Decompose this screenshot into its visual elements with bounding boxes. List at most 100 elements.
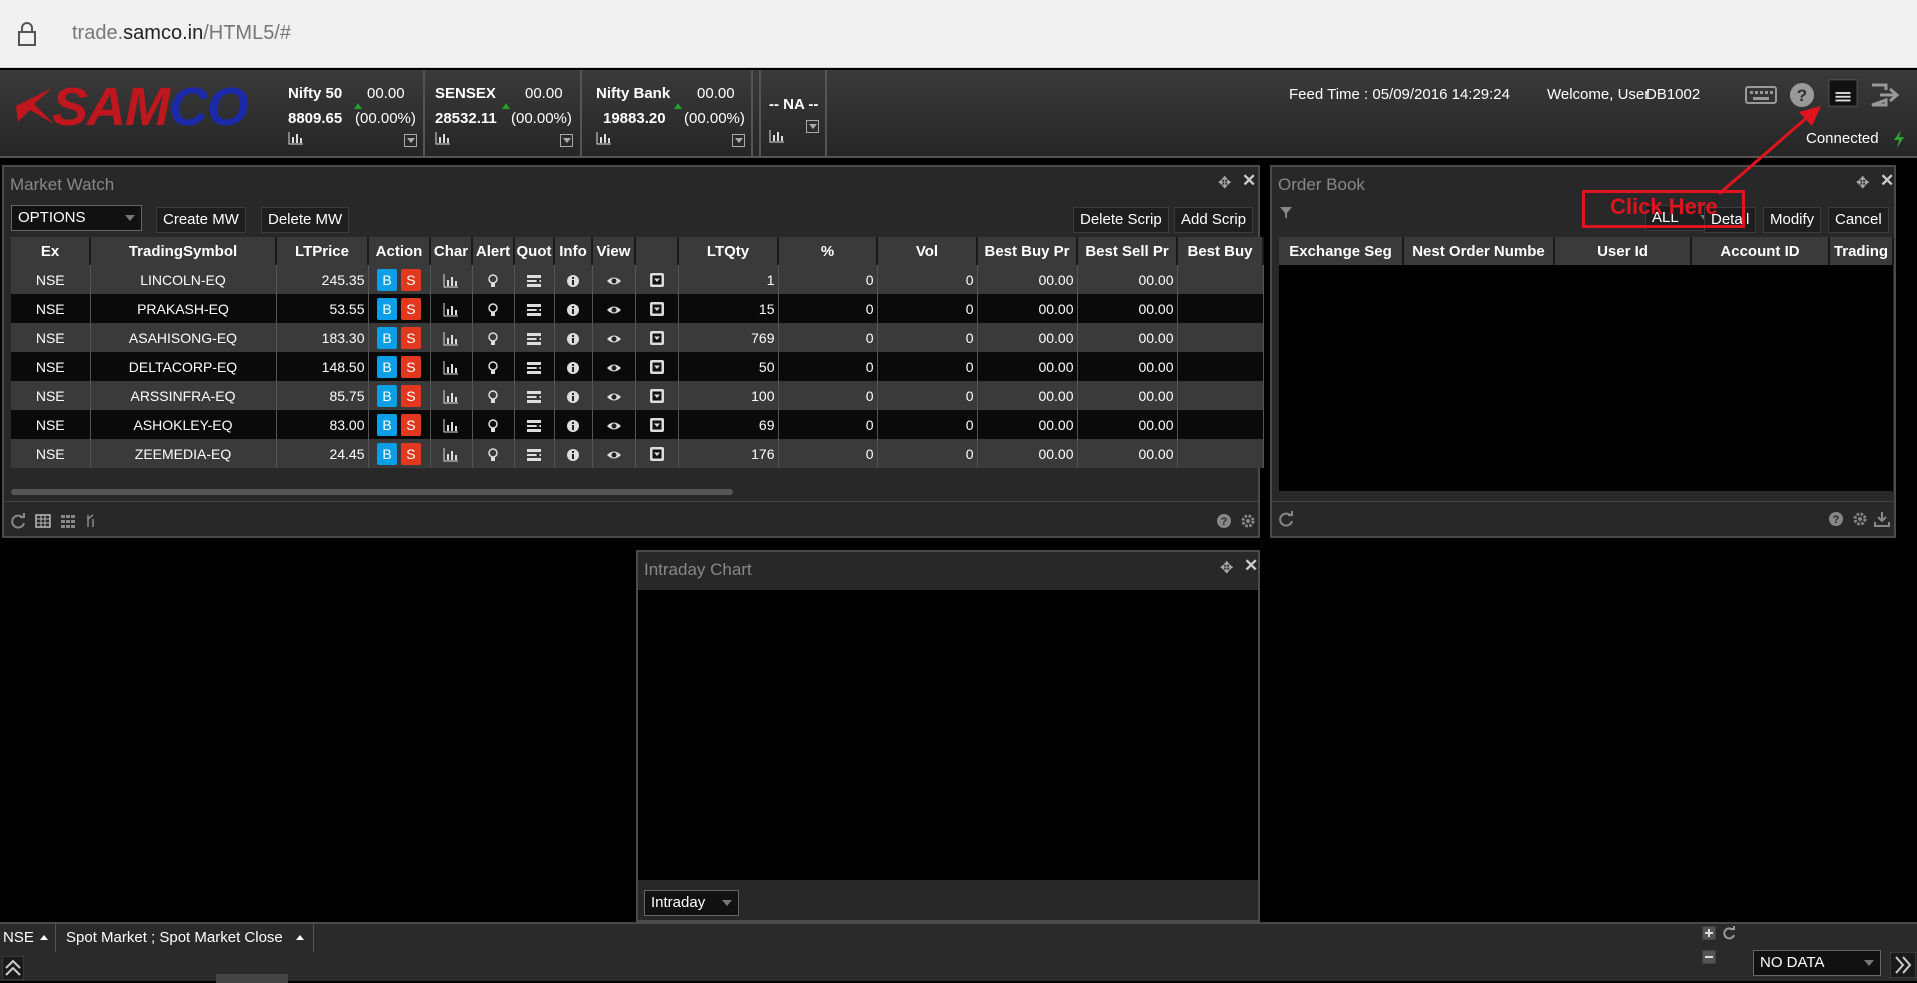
col-header[interactable]: LTQty [678,237,779,265]
table-row[interactable]: NSE ASAHISONG-EQ 183.30 B S 769 0 0 00.00 00.00 [11,323,1264,352]
move-icon[interactable]: ✥ [1856,173,1872,192]
move-icon[interactable]: ✥ [1218,173,1234,192]
remove-icon[interactable] [1702,950,1716,964]
delete-mw-button[interactable]: Delete MW [261,207,350,233]
refresh-icon[interactable] [1278,511,1294,527]
buy-button[interactable]: B [377,268,398,291]
cell-info[interactable] [554,352,593,381]
col-header[interactable]: % [778,237,878,265]
data-select[interactable]: NO DATA [1753,950,1881,976]
table-row[interactable]: NSE ZEEMEDIA-EQ 24.45 B S 176 0 0 00.00 00.00 [11,439,1264,468]
ticker-niftybank[interactable]: Nifty Bank 00.00 19883.20 (00.00%) [588,70,753,158]
col-header[interactable]: LTPrice [276,237,369,265]
refresh-icon[interactable] [1722,926,1736,940]
cell-info[interactable] [554,439,593,468]
ticker-na[interactable]: -- NA -- [759,70,827,158]
grid-view-icon[interactable] [35,513,51,529]
col-header[interactable]: View [592,237,636,265]
cell-info[interactable] [554,265,593,294]
col-header[interactable]: Trading [1829,237,1894,265]
close-icon[interactable]: ✕ [1244,556,1258,575]
bar-chart-icon[interactable] [769,130,785,143]
col-header[interactable] [635,237,679,265]
buy-button[interactable]: B [377,413,398,436]
col-header[interactable]: Vol [877,237,978,265]
table-row[interactable]: NSE ASHOKLEY-EQ 83.00 B S 69 0 0 00.00 00.00 [11,410,1264,439]
col-header[interactable]: TradingSymbol [90,237,277,265]
cell-info[interactable] [554,294,593,323]
ticker-dropdown-icon[interactable] [732,134,745,147]
col-header[interactable]: Quot [514,237,555,265]
cell-quote[interactable] [514,352,555,381]
filter-icon[interactable] [1280,207,1292,219]
gear-icon[interactable] [1240,513,1256,529]
sell-button[interactable]: S [400,268,421,291]
cell-quote[interactable] [514,265,555,294]
cell-alert[interactable] [472,323,515,352]
cell-view[interactable] [592,410,636,439]
sell-button[interactable]: S [400,413,421,436]
bar-chart-icon[interactable] [596,132,612,145]
help-icon[interactable]: ? [1828,511,1844,527]
bar-chart-icon[interactable] [288,132,304,145]
col-header[interactable]: Best Buy [1177,237,1264,265]
cell-alert[interactable] [472,294,515,323]
modify-button[interactable]: Modify [1763,207,1822,233]
status-scroll-thumb[interactable] [216,974,288,983]
cell-view[interactable] [592,265,636,294]
table-row[interactable]: NSE DELTACORP-EQ 148.50 B S 50 0 0 00.00 00.00 [11,352,1264,381]
col-header[interactable]: Exchange Seg [1279,237,1404,265]
create-mw-button[interactable]: Create MW [156,207,246,233]
ticker-nifty50[interactable]: Nifty 50 00.00 8809.65 (00.00%) [280,70,425,158]
cell-quote[interactable] [514,439,555,468]
sell-button[interactable]: S [400,326,421,349]
expand-right-icon[interactable] [1890,952,1916,978]
col-header[interactable]: Ex [11,237,91,265]
chart-period-select[interactable]: Intraday [644,890,739,916]
delete-scrip-button[interactable]: Delete Scrip [1073,207,1169,233]
col-header[interactable]: Info [554,237,593,265]
ticker-dropdown-icon[interactable] [806,120,819,133]
ticker-sensex[interactable]: SENSEX 00.00 28532.11 (00.00%) [427,70,582,158]
cell-alert[interactable] [472,439,515,468]
cell-info[interactable] [554,323,593,352]
buy-button[interactable]: B [377,297,398,320]
cell-view[interactable] [592,381,636,410]
cell-chart[interactable] [430,410,473,439]
cell-more[interactable] [635,381,679,410]
add-scrip-button[interactable]: Add Scrip [1174,207,1254,233]
sort-icon[interactable] [84,513,100,529]
url-field[interactable]: trade.samco.in/HTML5/# [72,22,291,45]
market-status-selector[interactable]: Spot Market ; Spot Market Close [58,924,314,952]
logout-icon[interactable] [1868,80,1902,110]
exchange-selector[interactable]: NSE [0,924,56,952]
cell-more[interactable] [635,265,679,294]
col-header[interactable]: Best Sell Pr [1077,237,1178,265]
cell-view[interactable] [592,294,636,323]
cell-chart[interactable] [430,381,473,410]
cell-quote[interactable] [514,410,555,439]
col-header[interactable]: User Id [1554,237,1692,265]
col-header[interactable]: Account ID [1691,237,1830,265]
cell-quote[interactable] [514,323,555,352]
buy-button[interactable]: B [377,355,398,378]
horizontal-scrollbar[interactable] [11,489,733,495]
tile-view-icon[interactable] [60,513,76,529]
cell-alert[interactable] [472,265,515,294]
sell-button[interactable]: S [400,384,421,407]
table-row[interactable]: NSE ARSSINFRA-EQ 85.75 B S 100 0 0 00.00 00.00 [11,381,1264,410]
cell-quote[interactable] [514,294,555,323]
help-icon[interactable]: ? [1216,513,1232,529]
cell-more[interactable] [635,323,679,352]
table-row[interactable]: NSE PRAKASH-EQ 53.55 B S 15 0 0 00.00 00.00 [11,294,1264,323]
refresh-icon[interactable] [10,513,26,529]
cell-more[interactable] [635,439,679,468]
col-header[interactable]: Best Buy Pr [977,237,1078,265]
cell-alert[interactable] [472,381,515,410]
col-header[interactable]: Char [430,237,473,265]
sell-button[interactable]: S [400,442,421,465]
cell-more[interactable] [635,352,679,381]
cell-more[interactable] [635,410,679,439]
cell-chart[interactable] [430,265,473,294]
cell-info[interactable] [554,381,593,410]
